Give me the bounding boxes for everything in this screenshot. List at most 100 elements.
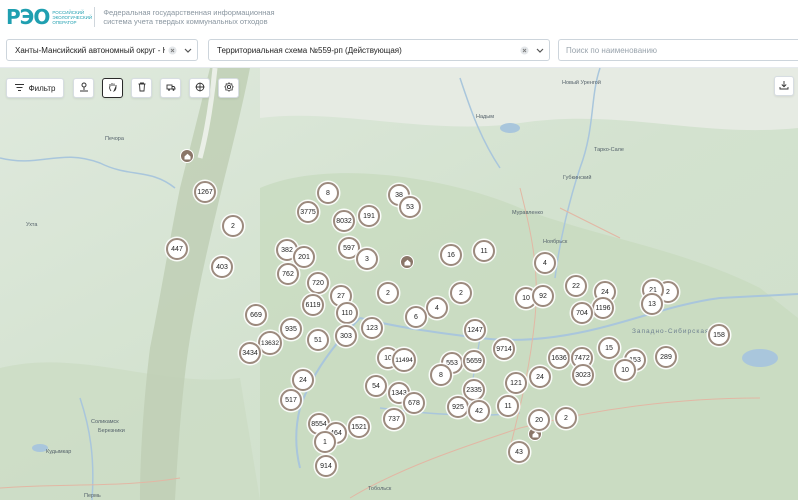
cluster-marker[interactable]: 1636	[548, 347, 570, 369]
cluster-marker[interactable]: 2	[222, 215, 244, 237]
cluster-marker[interactable]: 3434	[239, 342, 261, 364]
city-label: Кудымкар	[46, 449, 72, 455]
region-select[interactable]: Ханты-Мансийский автономный округ - Югра	[6, 39, 198, 61]
cluster-marker[interactable]: 53	[399, 196, 421, 218]
cluster-marker[interactable]: 8	[317, 182, 339, 204]
cluster-marker[interactable]: 1	[314, 431, 336, 453]
cluster-marker[interactable]: 737	[383, 408, 405, 430]
cluster-marker[interactable]: 5659	[463, 350, 485, 372]
cluster-marker[interactable]: 289	[655, 346, 677, 368]
cluster-marker[interactable]: 935	[280, 318, 302, 340]
cluster-marker[interactable]: 22	[565, 275, 587, 297]
search-box[interactable]	[558, 39, 798, 61]
clear-icon[interactable]	[165, 43, 179, 57]
cluster-marker[interactable]: 720	[307, 272, 329, 294]
chevron-down-icon[interactable]	[179, 43, 197, 57]
crosshair-icon	[195, 79, 205, 97]
cluster-marker[interactable]: 24	[292, 369, 314, 391]
chevron-down-icon[interactable]	[531, 43, 549, 57]
trash-icon	[137, 79, 147, 97]
search-input[interactable]	[559, 40, 798, 60]
cluster-marker[interactable]: 6	[405, 306, 427, 328]
cluster-marker[interactable]: 20	[528, 409, 550, 431]
city-label: Муравленко	[512, 210, 544, 216]
cluster-marker[interactable]: 925	[447, 396, 469, 418]
download-button[interactable]	[774, 76, 794, 96]
cluster-marker[interactable]: 6119	[302, 294, 324, 316]
cluster-marker[interactable]: 303	[335, 325, 357, 347]
cluster-marker[interactable]: 517	[280, 389, 302, 411]
cluster-marker[interactable]: 1521	[348, 416, 370, 438]
cluster-marker[interactable]: 8	[430, 364, 452, 386]
clear-icon[interactable]	[517, 43, 531, 57]
cluster-marker[interactable]: 42	[468, 400, 490, 422]
filter-button-label: Фильтр	[28, 83, 56, 93]
cluster-marker[interactable]: 158	[708, 324, 730, 346]
filter-button[interactable]: Фильтр	[6, 78, 64, 98]
city-label: Ухта	[26, 222, 38, 228]
logo-text: РЭО	[6, 5, 50, 29]
cluster-marker[interactable]: 3	[356, 248, 378, 270]
cluster-marker[interactable]: 3775	[297, 201, 319, 223]
trash-button[interactable]	[131, 78, 152, 98]
cluster-marker[interactable]: 678	[403, 392, 425, 414]
hand-button[interactable]	[102, 78, 123, 98]
cluster-marker[interactable]: 1267	[194, 181, 216, 203]
city-label: Пермь	[84, 493, 101, 499]
cluster-marker[interactable]: 914	[315, 455, 337, 477]
facility-pin[interactable]	[180, 149, 194, 163]
cluster-marker[interactable]: 92	[532, 285, 554, 307]
city-label: Соликамск	[91, 419, 119, 425]
cluster-marker[interactable]: 11	[473, 240, 495, 262]
cluster-marker[interactable]: 11	[497, 395, 519, 417]
cluster-marker[interactable]: 191	[358, 205, 380, 227]
cluster-marker[interactable]: 403	[211, 256, 233, 278]
filter-icon	[14, 83, 24, 93]
settings-button[interactable]	[218, 78, 239, 98]
cluster-marker[interactable]: 8032	[333, 210, 355, 232]
cluster-marker[interactable]: 3023	[572, 364, 594, 386]
cluster-marker[interactable]: 15	[598, 337, 620, 359]
cluster-marker[interactable]: 13632	[258, 331, 282, 355]
logo[interactable]: РЭО Российский экологический оператор	[6, 5, 92, 29]
cluster-marker[interactable]: 9714	[493, 338, 515, 360]
scheme-select[interactable]: Территориальная схема №559-рп (Действующ…	[208, 39, 550, 61]
cluster-marker[interactable]: 2	[555, 407, 577, 429]
cluster-marker[interactable]: 121	[505, 372, 527, 394]
city-label: Новый Уренгой	[562, 80, 601, 86]
cluster-marker[interactable]: 201	[293, 246, 315, 268]
cluster-marker[interactable]: 4	[534, 252, 556, 274]
cluster-marker[interactable]: 10	[614, 359, 636, 381]
city-label: Тобольск	[368, 486, 392, 492]
house-icon	[532, 431, 538, 437]
cluster-marker[interactable]: 762	[277, 263, 299, 285]
crosshair-button[interactable]	[189, 78, 210, 98]
cluster-marker[interactable]: 43	[508, 441, 530, 463]
map[interactable]: Новый Уренгой Надым Тарко-Сале Губкински…	[0, 68, 798, 500]
region-select-value: Ханты-Мансийский автономный округ - Югра	[15, 45, 165, 55]
person-pin-button[interactable]	[73, 78, 94, 98]
truck-button[interactable]	[160, 78, 181, 98]
cluster-marker[interactable]: 669	[245, 304, 267, 326]
cluster-marker[interactable]: 4	[426, 297, 448, 319]
cluster-marker[interactable]: 54	[365, 375, 387, 397]
cluster-marker[interactable]: 51	[307, 329, 329, 351]
cluster-marker[interactable]: 11494	[392, 348, 416, 372]
cluster-marker[interactable]: 110	[336, 302, 358, 324]
cluster-marker[interactable]: 1247	[464, 319, 486, 341]
cluster-marker[interactable]: 16	[440, 244, 462, 266]
download-icon	[779, 77, 789, 95]
facility-pin[interactable]	[400, 255, 414, 269]
cluster-marker[interactable]: 24	[529, 366, 551, 388]
cluster-marker[interactable]: 2	[450, 282, 472, 304]
cluster-marker[interactable]: 13	[641, 293, 663, 315]
cluster-marker[interactable]: 447	[166, 238, 188, 260]
cluster-marker[interactable]: 704	[571, 302, 593, 324]
cluster-marker[interactable]: 1196	[592, 297, 614, 319]
region-label: Западно-Сибирская	[632, 328, 710, 335]
header-title-line1: Федеральная государственная информационн…	[103, 8, 275, 17]
filter-bar: Ханты-Мансийский автономный округ - Югра…	[0, 34, 798, 68]
cluster-marker[interactable]: 2	[377, 282, 399, 304]
cluster-marker[interactable]: 2335	[463, 379, 485, 401]
cluster-marker[interactable]: 123	[361, 317, 383, 339]
